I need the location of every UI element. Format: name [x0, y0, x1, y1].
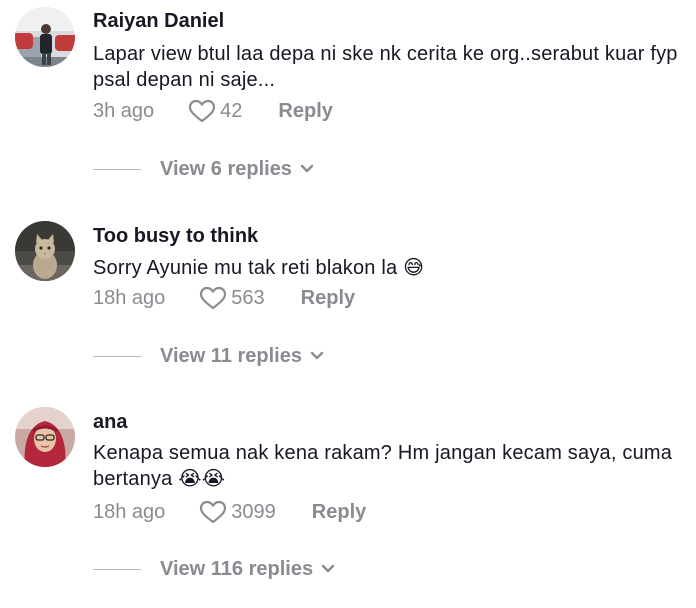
comment-text-body: Lapar view btul laa depa ni ske nk cerit… [93, 43, 678, 91]
like-count: 3099 [231, 500, 276, 523]
like-count: 563 [231, 286, 265, 309]
comment-username[interactable]: Raiyan Daniel [93, 10, 224, 33]
comment-username[interactable]: ana [93, 411, 127, 434]
view-replies-button[interactable]: View 6 replies [93, 156, 314, 182]
like-button[interactable]: 3099 [199, 500, 276, 524]
chevron-down-icon [310, 351, 324, 360]
avatar[interactable] [15, 407, 75, 467]
cat-avatar-icon [15, 221, 75, 281]
reply-button[interactable]: Reply [312, 501, 366, 524]
comment-text: Kenapa semua nak kena rakam? Hm jangan k… [93, 440, 688, 492]
view-replies-label: View 116 replies [160, 557, 314, 580]
like-button[interactable]: 42 [188, 99, 242, 123]
woman-hijab-avatar-icon [15, 407, 75, 467]
comment-emoji: 😅 [403, 257, 425, 279]
avatar[interactable] [15, 221, 75, 281]
comment-text: Sorry Ayunie mu tak reti blakon la 😅 [93, 255, 688, 281]
comment-time: 18h ago [93, 500, 166, 523]
comment-meta: 18h ago 563 Reply [93, 285, 355, 311]
comment-item: Raiyan Daniel Lapar view btul laa depa n… [0, 0, 696, 190]
comment-text: Lapar view btul laa depa ni ske nk cerit… [93, 41, 688, 93]
comment-meta: 3h ago 42 Reply [93, 98, 333, 124]
comment-username[interactable]: Too busy to think [93, 225, 258, 248]
view-replies-label: View 6 replies [160, 157, 292, 180]
chevron-down-icon [321, 564, 335, 573]
divider-line [93, 355, 141, 357]
comment-time: 18h ago [93, 286, 166, 309]
comment-item: Too busy to think Sorry Ayunie mu tak re… [0, 190, 696, 390]
comment-time: 3h ago [93, 99, 155, 122]
heart-icon [200, 500, 227, 524]
comment-text-body: Sorry Ayunie mu tak reti blakon la [93, 257, 398, 279]
view-replies-button[interactable]: View 116 replies [93, 556, 335, 582]
comment-meta: 18h ago 3099 Reply [93, 499, 366, 525]
view-replies-button[interactable]: View 11 replies [93, 343, 324, 369]
heart-icon [200, 286, 227, 310]
chevron-down-icon [300, 164, 314, 173]
like-button[interactable]: 563 [199, 286, 265, 310]
like-count: 42 [220, 99, 243, 122]
person-with-car-avatar-icon [15, 7, 75, 67]
divider-line [93, 568, 141, 570]
avatar[interactable] [15, 7, 75, 67]
comment-item: ana Kenapa semua nak kena rakam? Hm jang… [0, 390, 696, 608]
comment-emoji: 😭😭 [178, 468, 226, 490]
reply-button[interactable]: Reply [301, 287, 355, 310]
view-replies-label: View 11 replies [160, 344, 302, 367]
reply-button[interactable]: Reply [278, 100, 332, 123]
heart-icon [189, 99, 216, 123]
divider-line [93, 168, 141, 170]
